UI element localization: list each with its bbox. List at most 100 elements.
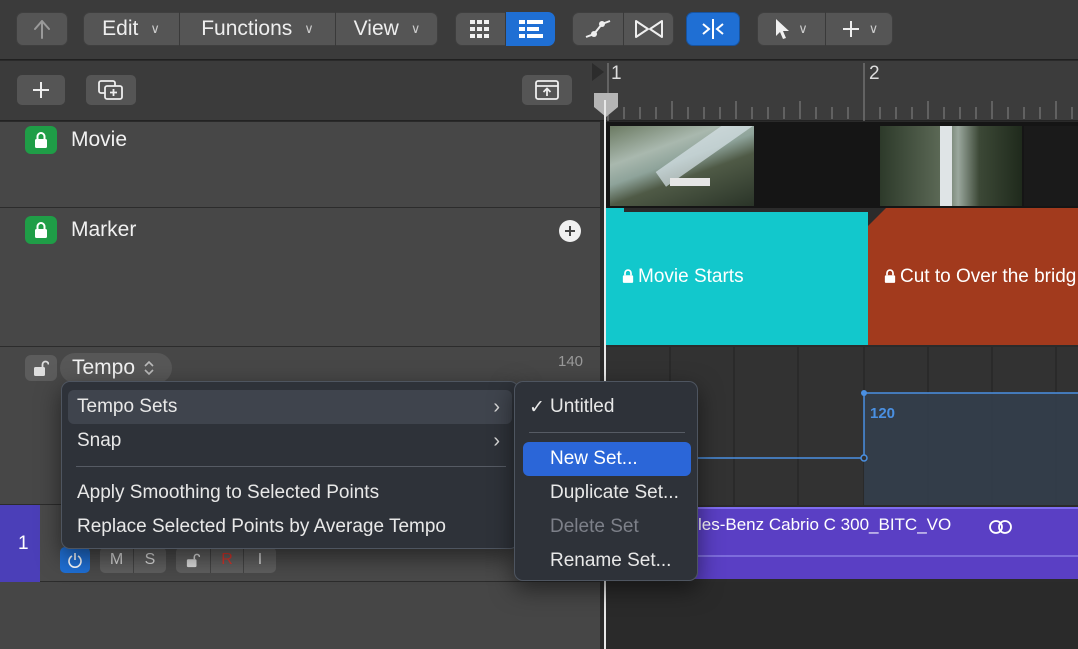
- menu-group: Edit ∨ Functions ∨ View ∨: [83, 12, 438, 46]
- view-menu-button[interactable]: View ∨: [335, 12, 438, 46]
- submenu-item-duplicate-set[interactable]: Duplicate Set...: [523, 476, 691, 510]
- empty-tracks-area: [0, 582, 1078, 649]
- mute-solo-group: M S: [100, 547, 166, 573]
- solo-button[interactable]: S: [133, 547, 166, 573]
- automation-curve-icon: [585, 20, 610, 38]
- catch-playhead-button[interactable]: [686, 12, 740, 46]
- menu-separator: [76, 466, 506, 467]
- chevron-right-icon: ›: [493, 429, 500, 452]
- marker-track-header[interactable]: Marker: [0, 208, 600, 347]
- power-button[interactable]: [60, 547, 90, 573]
- plus-circle-icon: [565, 226, 575, 236]
- marker-movie-starts[interactable]: Movie Starts: [606, 208, 868, 345]
- global-tracks-button[interactable]: [521, 74, 573, 106]
- upload-tray-icon: [535, 80, 559, 100]
- tool-group: ∨ ∨: [757, 12, 893, 46]
- grid-view-button[interactable]: [455, 12, 505, 46]
- tempo-sets-submenu: ✓ Untitled New Set... Duplicate Set... D…: [514, 381, 698, 581]
- marker-label: Cut to Over the bridg: [900, 265, 1077, 287]
- automation-group: [572, 12, 674, 46]
- track-list-header: [0, 61, 590, 121]
- new-track-stack-button[interactable]: [85, 74, 137, 106]
- track-options-group: R I: [176, 547, 276, 573]
- pointer-icon: [776, 19, 790, 39]
- movie-thumbnail-bridge: [880, 126, 1022, 206]
- chevron-down-icon: ∨: [304, 21, 314, 36]
- chevron-down-icon: ∨: [150, 21, 160, 36]
- submenu-item-label: Duplicate Set...: [550, 482, 679, 503]
- marker-label: Movie Starts: [638, 265, 744, 287]
- menu-item-replace-average[interactable]: Replace Selected Points by Average Tempo: [68, 510, 512, 544]
- menu-item-apply-smoothing[interactable]: Apply Smoothing to Selected Points: [68, 476, 512, 510]
- toolbar: Edit ∨ Functions ∨ View ∨ ∨ ∨: [0, 0, 1078, 60]
- view-menu-label: View: [353, 17, 399, 40]
- pointer-tool-button[interactable]: ∨: [757, 12, 825, 46]
- playhead-handle: [594, 93, 618, 117]
- view-mode-group: [455, 12, 555, 46]
- submenu-item-label: Delete Set: [550, 516, 639, 537]
- add-track-button[interactable]: [16, 74, 66, 106]
- crosshair-tool-button[interactable]: ∨: [825, 12, 893, 46]
- automation-curve-button[interactable]: [572, 12, 623, 46]
- menu-item-tempo-sets[interactable]: Tempo Sets ›: [68, 390, 512, 424]
- track-number-strip[interactable]: 1: [0, 505, 40, 582]
- movie-thumbnail-river: [610, 126, 754, 206]
- chevron-right-icon: ›: [493, 395, 500, 418]
- menu-separator: [529, 432, 685, 433]
- submenu-item-delete-set: Delete Set: [523, 510, 691, 544]
- tempo-curve-value: 120: [870, 405, 896, 422]
- loop-link-icon: [989, 520, 1012, 534]
- record-enable-button[interactable]: R: [210, 547, 243, 573]
- menu-item-label: Snap: [77, 430, 122, 451]
- duplicate-track-icon: [98, 80, 123, 100]
- functions-menu-label: Functions: [201, 17, 293, 40]
- power-icon: [68, 553, 82, 568]
- submenu-item-untitled[interactable]: ✓ Untitled: [523, 390, 691, 424]
- bar-number-1: 1: [611, 63, 622, 84]
- mute-button[interactable]: M: [100, 547, 133, 573]
- plus-icon: [33, 82, 49, 98]
- updown-chevron-icon: [144, 360, 154, 376]
- menu-item-label: Replace Selected Points by Average Tempo: [77, 516, 446, 537]
- input-monitor-button[interactable]: I: [243, 547, 276, 573]
- tempo-track-selector[interactable]: Tempo: [60, 353, 172, 383]
- movie-lane[interactable]: [606, 122, 1078, 208]
- catch-icon: [686, 12, 740, 46]
- back-button[interactable]: [16, 12, 68, 46]
- tracks-list-icon: [518, 20, 543, 38]
- submenu-item-new-set[interactable]: New Set...: [523, 442, 691, 476]
- movie-track-name: Movie: [71, 128, 128, 151]
- chevron-down-icon: ∨: [410, 21, 421, 36]
- marker-cut-to-bridge[interactable]: Cut to Over the bridg: [868, 208, 1078, 345]
- chevron-down-icon: ∨: [798, 21, 808, 36]
- lock-icon[interactable]: [25, 126, 57, 154]
- bar-number-2: 2: [869, 63, 880, 84]
- edit-menu-button[interactable]: Edit ∨: [83, 12, 179, 46]
- chevron-down-icon: ∨: [868, 21, 879, 36]
- track-number: 1: [18, 533, 29, 554]
- movie-track-header[interactable]: Movie: [0, 122, 600, 208]
- unlock-icon[interactable]: [25, 355, 57, 381]
- submenu-item-label: Untitled: [550, 396, 615, 417]
- tempo-context-menu: Tempo Sets › Snap › Apply Smoothing to S…: [61, 381, 519, 549]
- bar-ruler[interactable]: 1 2: [590, 61, 1078, 121]
- edit-menu-label: Edit: [102, 17, 139, 40]
- menu-item-snap[interactable]: Snap ›: [68, 424, 512, 458]
- track-lock-button[interactable]: [176, 547, 210, 573]
- menu-item-label: Tempo Sets: [77, 396, 178, 417]
- submenu-item-rename-set[interactable]: Rename Set...: [523, 544, 691, 578]
- crosshair-icon: [842, 21, 859, 37]
- add-marker-button[interactable]: [559, 220, 581, 242]
- checkmark-icon: ✓: [529, 396, 545, 418]
- flex-button[interactable]: [623, 12, 674, 46]
- arrow-up-icon: [16, 12, 68, 46]
- lock-icon: [622, 269, 634, 283]
- empty-header-area: [0, 582, 600, 649]
- tempo-track-name: Tempo: [72, 356, 136, 379]
- menu-item-label: Apply Smoothing to Selected Points: [77, 482, 380, 503]
- unlock-icon: [186, 553, 200, 567]
- submenu-item-label: New Set...: [550, 448, 638, 469]
- lock-icon[interactable]: [25, 216, 57, 244]
- tracks-view-button[interactable]: [505, 12, 555, 46]
- functions-menu-button[interactable]: Functions ∨: [179, 12, 335, 46]
